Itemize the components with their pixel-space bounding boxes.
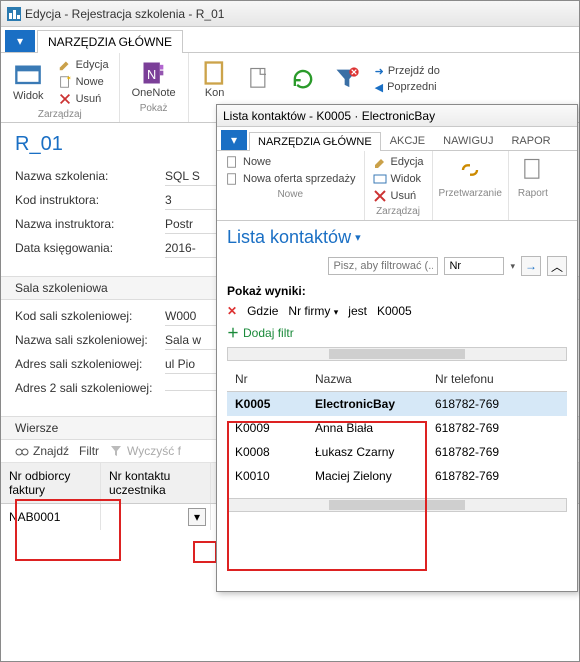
edit-icon bbox=[373, 155, 387, 169]
filter-row: ▾ → ︿ bbox=[227, 256, 567, 276]
ribbon-group-pokaz: N OneNote Pokaż bbox=[120, 53, 189, 122]
popup-nowa-oferta-button[interactable]: Nowa oferta sprzedaży bbox=[223, 171, 358, 187]
popup-group-przetw: Przetwarzanie bbox=[433, 151, 509, 220]
popup-tab-akcje[interactable]: AKCJE bbox=[381, 131, 434, 150]
col-nr-odbiorcy[interactable]: Nr odbiorcy faktury bbox=[1, 463, 101, 503]
svg-text:✶: ✶ bbox=[65, 75, 71, 82]
popup-tab-home[interactable]: NARZĘDZIA GŁÓWNE bbox=[249, 132, 381, 151]
popup-usun-button[interactable]: Usuń bbox=[371, 188, 419, 204]
main-title: Edycja - Rejestracja szkolenia - R_01 bbox=[25, 7, 224, 21]
popup-nowe-button[interactable]: Nowe bbox=[223, 154, 273, 170]
filter-field-select[interactable] bbox=[444, 257, 504, 275]
kod-sali-label: Kod sali szkoleniowej: bbox=[15, 309, 165, 323]
popup-window: Lista kontaktów - K0005 · ElectronicBay … bbox=[216, 104, 578, 592]
cell-nr-odbiorcy[interactable]: NAB0001 bbox=[1, 504, 101, 530]
data-ksiegowania-label: Data księgowania: bbox=[15, 241, 165, 255]
filtr-button[interactable]: Filtr bbox=[79, 444, 99, 458]
popup-raport-button[interactable] bbox=[515, 154, 551, 186]
filter-go-button[interactable]: → bbox=[521, 256, 541, 276]
col-nazwa[interactable]: Nazwa bbox=[307, 367, 427, 392]
popup-tab-nawiguj[interactable]: NAWIGUJ bbox=[434, 131, 502, 150]
popup-widok-button[interactable]: Widok bbox=[371, 171, 424, 187]
where-field[interactable]: Nr firmy ▾ bbox=[288, 304, 338, 318]
ribbon-file-dropdown[interactable]: ▾ bbox=[5, 30, 35, 52]
popup-ribbon: Nowe Nowa oferta sprzedaży Nowe Edycja W… bbox=[217, 151, 577, 221]
wyczysc-button[interactable]: Wyczyść f bbox=[109, 444, 181, 458]
scroll-thumb[interactable] bbox=[329, 349, 464, 359]
scroll-thumb[interactable] bbox=[329, 500, 464, 510]
delete-icon bbox=[373, 189, 387, 203]
contacts-table: Nr Nazwa Nr telefonu K0005ElectronicBay6… bbox=[227, 367, 567, 488]
kod-instruktora-label: Kod instruktora: bbox=[15, 193, 165, 207]
popup-group-zarzadzaj: Edycja Widok Usuń Zarządzaj bbox=[365, 151, 433, 220]
popup-edycja-button[interactable]: Edycja bbox=[371, 154, 426, 170]
table-row[interactable]: K0005ElectronicBay618782-769 bbox=[227, 392, 567, 417]
table-row[interactable]: K0008Łukasz Czarny618782-769 bbox=[227, 440, 567, 464]
popup-file-dropdown[interactable]: ▾ bbox=[221, 130, 247, 150]
col-nr[interactable]: Nr bbox=[227, 367, 307, 392]
col-tel[interactable]: Nr telefonu bbox=[427, 367, 567, 392]
main-titlebar: Edycja - Rejestracja szkolenia - R_01 bbox=[1, 1, 579, 27]
nazwa-sali-label: Nazwa sali szkoleniowej: bbox=[15, 333, 165, 347]
widok-button[interactable]: Widok bbox=[9, 60, 48, 104]
h-scroll[interactable] bbox=[227, 347, 567, 361]
collapse-button[interactable]: ︿ bbox=[547, 256, 567, 276]
filter-button[interactable] bbox=[329, 63, 365, 95]
popup-heading: Lista kontaktów▾ bbox=[227, 227, 567, 248]
link-icon bbox=[456, 156, 484, 184]
adres-sali-label: Adres sali szkoleniowej: bbox=[15, 357, 165, 371]
znajdz-button[interactable]: Znajdź bbox=[15, 444, 69, 458]
table-header-row: Nr Nazwa Nr telefonu bbox=[227, 367, 567, 392]
tab-home[interactable]: NARZĘDZIA GŁÓWNE bbox=[37, 30, 183, 53]
kon-button[interactable]: Kon bbox=[197, 57, 233, 101]
table-row[interactable]: K0010Maciej Zielony618782-769 bbox=[227, 464, 567, 488]
nazwa-szkolenia-label: Nazwa szkolenia: bbox=[15, 169, 165, 183]
popup-titlebar: Lista kontaktów - K0005 · ElectronicBay bbox=[217, 105, 577, 127]
col-nr-kontaktu[interactable]: Nr kontaktu uczestnika bbox=[101, 463, 211, 503]
annotation-box-2 bbox=[193, 541, 217, 563]
table-row[interactable]: K0009Anna Biała618782-769 bbox=[227, 416, 567, 440]
filter-text-input[interactable] bbox=[328, 257, 438, 275]
main-ribbon-tabs: ▾ NARZĘDZIA GŁÓWNE bbox=[1, 27, 579, 53]
cell-nr-kontaktu[interactable]: ▾ bbox=[101, 504, 211, 530]
nowe-button[interactable]: ✶Nowe bbox=[56, 74, 111, 90]
przejdz-button[interactable]: ➜Przejdź do bbox=[373, 64, 442, 79]
doc-button[interactable] bbox=[241, 63, 277, 95]
popup-tab-rapor[interactable]: RAPOR bbox=[502, 131, 559, 150]
add-filter-button[interactable]: ＋Dodaj filtr bbox=[227, 324, 567, 341]
offer-icon bbox=[225, 172, 239, 186]
popup-ribbon-tabs: ▾ NARZĘDZIA GŁÓWNE AKCJE NAWIGUJ RAPOR bbox=[217, 127, 577, 151]
popup-body: Lista kontaktów▾ ▾ → ︿ Pokaż wyniki: ✕ G… bbox=[217, 221, 577, 524]
svg-text:N: N bbox=[147, 67, 156, 82]
where-label: Gdzie bbox=[247, 304, 278, 318]
ribbon-group-zarzadzaj: Widok Edycja ✶Nowe Usuń Zarządzaj bbox=[1, 53, 120, 122]
results-label: Pokaż wyniki: bbox=[227, 284, 567, 298]
remove-filter-icon[interactable]: ✕ bbox=[227, 304, 237, 318]
clear-filter-icon bbox=[109, 444, 123, 458]
popup-przetw-button[interactable] bbox=[452, 154, 488, 186]
refresh-button[interactable] bbox=[285, 63, 321, 95]
usun-button[interactable]: Usuń bbox=[56, 91, 111, 107]
edycja-button[interactable]: Edycja bbox=[56, 57, 111, 73]
view-icon bbox=[373, 172, 387, 186]
binoculars-icon bbox=[15, 444, 29, 458]
popup-group-raport: Raport bbox=[509, 151, 557, 220]
nazwa-instruktora-label: Nazwa instruktora: bbox=[15, 217, 165, 231]
poprzedni-button[interactable]: ◀Poprzedni bbox=[373, 80, 442, 95]
dropdown-button[interactable]: ▾ bbox=[188, 508, 206, 526]
new-icon bbox=[225, 155, 239, 169]
adres2-sali-label: Adres 2 sali szkoleniowej: bbox=[15, 381, 165, 395]
where-op: jest bbox=[348, 304, 367, 318]
onenote-button[interactable]: N OneNote bbox=[128, 57, 180, 101]
app-icon bbox=[7, 7, 21, 21]
popup-group-nowe: Nowe Nowa oferta sprzedaży Nowe bbox=[217, 151, 365, 220]
where-row: ✕ Gdzie Nr firmy ▾ jest K0005 bbox=[227, 302, 567, 320]
popup-title-text: Lista kontaktów - K0005 · ElectronicBay bbox=[223, 109, 435, 123]
h-scroll-bottom[interactable] bbox=[227, 498, 567, 512]
where-value[interactable]: K0005 bbox=[377, 304, 412, 318]
report-icon bbox=[519, 156, 547, 184]
